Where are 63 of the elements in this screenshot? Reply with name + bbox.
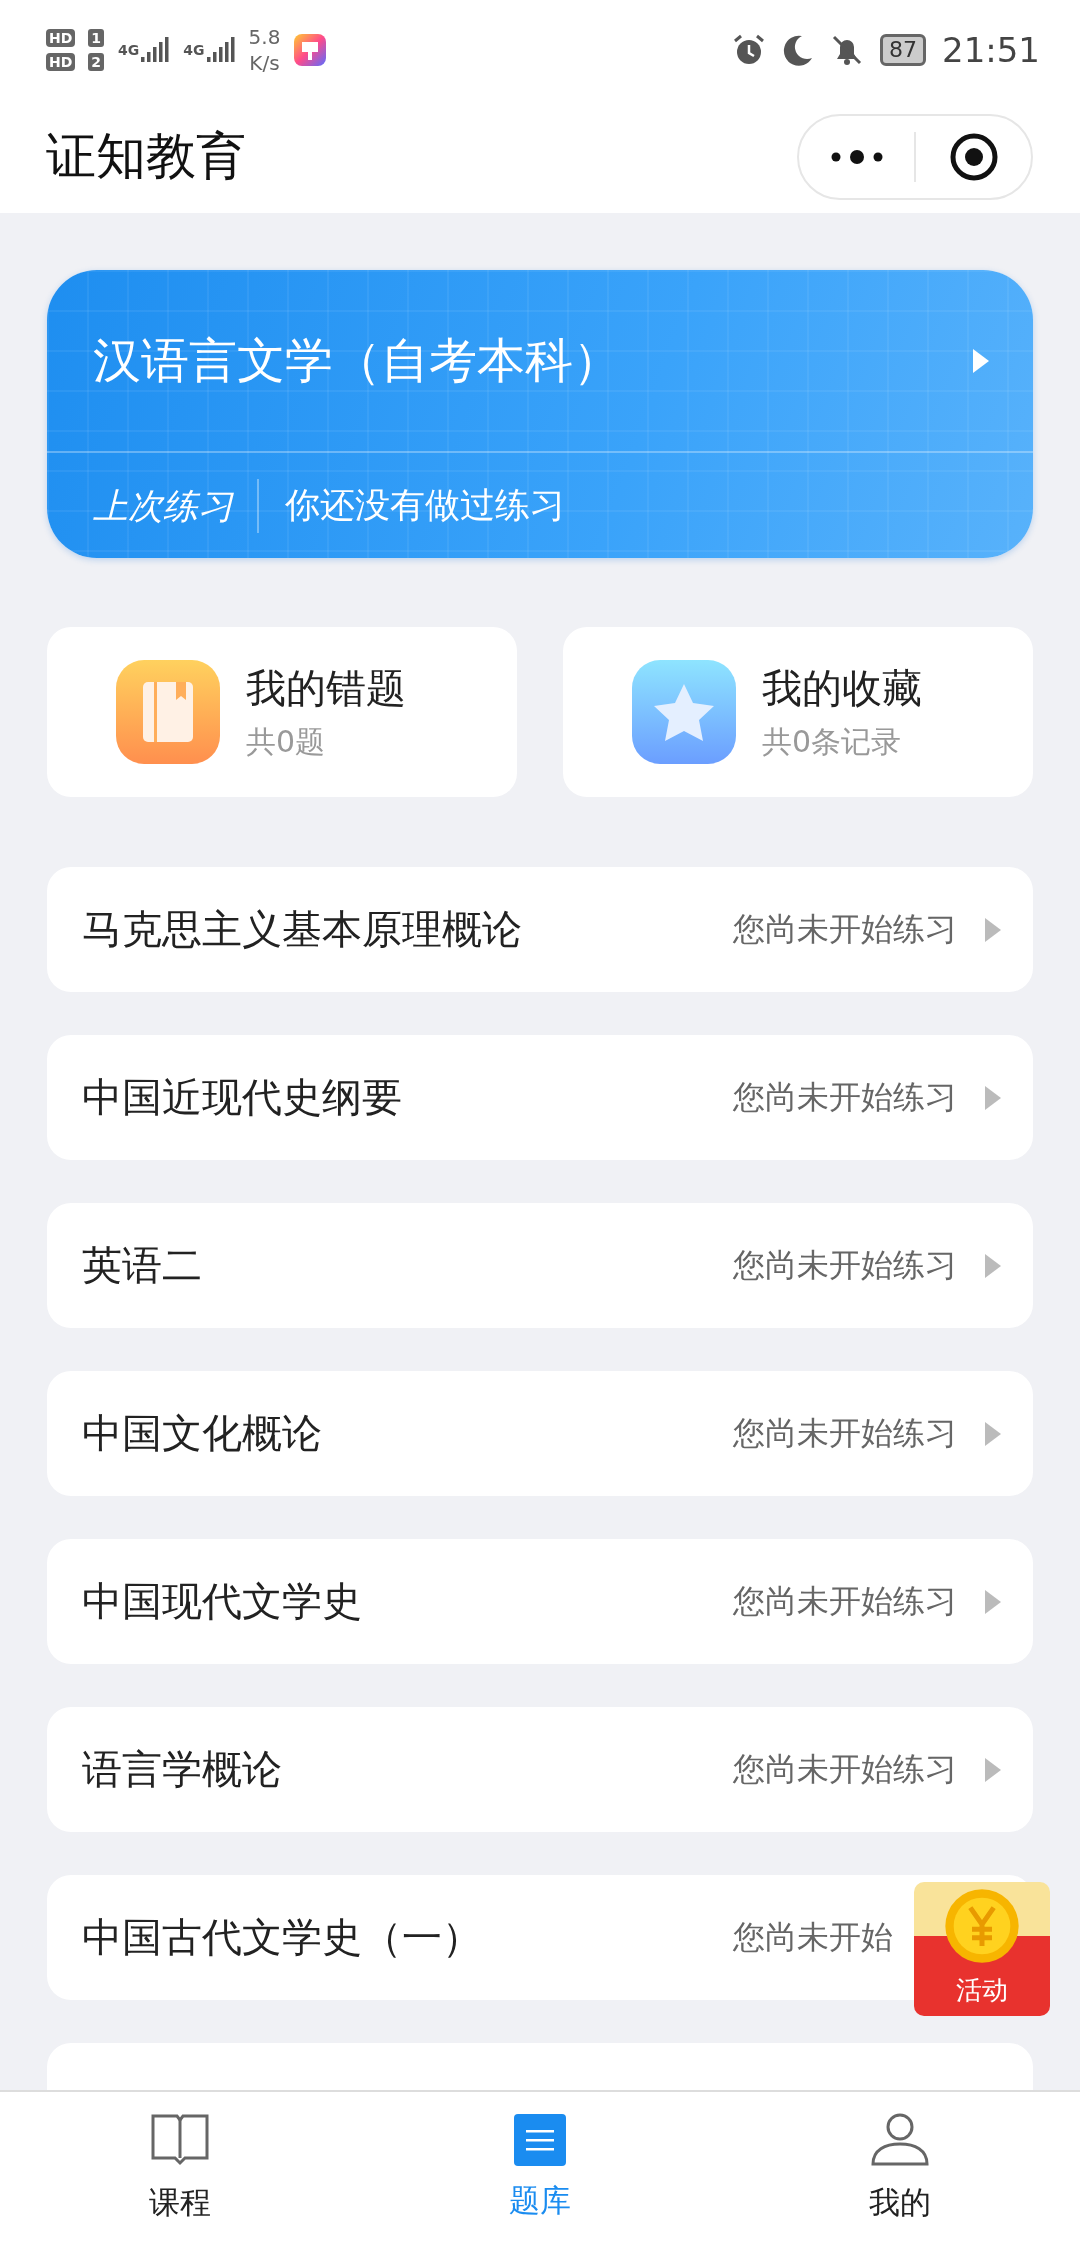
subject-name: 中国古代文学史（一） — [82, 1913, 482, 1962]
battery-level: 87 — [880, 34, 926, 66]
subject-name: 中国文化概论 — [82, 1409, 322, 1458]
app-icon — [294, 34, 327, 66]
subject-status: 您尚未开始练习 — [733, 1244, 957, 1286]
alarm-icon — [732, 33, 766, 67]
book-icon — [150, 2112, 210, 2168]
notebook-icon — [116, 660, 220, 764]
shortcut-count: 共0条记录 — [762, 723, 903, 761]
person-icon — [870, 2112, 930, 2168]
hd-label: HD — [46, 53, 76, 71]
subject-name: 中国现代文学史 — [82, 1577, 362, 1626]
more-icon — [829, 148, 884, 165]
shortcut-count: 共0题 — [246, 723, 327, 761]
bell-off-icon — [830, 33, 864, 67]
hd-label: HD — [46, 29, 76, 47]
network-label: 4G — [118, 42, 140, 58]
activity-popup[interactable]: 活动 — [914, 1882, 1050, 2016]
speed-value: 5.8 — [248, 26, 281, 48]
subject-item[interactable]: 马克思主义基本原理概论 您尚未开始练习 — [47, 867, 1033, 992]
subject-item[interactable]: 中国现代文学史 您尚未开始练习 — [47, 1539, 1033, 1664]
shortcut-card[interactable]: 我的错题 共0题 — [47, 627, 517, 797]
tab-item[interactable]: 我的 — [720, 2092, 1080, 2244]
course-title: 汉语言文学（自考本科） — [93, 330, 621, 390]
chevron-right-icon — [983, 1251, 1003, 1280]
subject-status: 您尚未开始练习 — [733, 1748, 957, 1790]
chevron-right-icon — [971, 346, 991, 375]
network-label: 4G — [183, 42, 205, 58]
shortcut-title: 我的收藏 — [762, 664, 922, 713]
subject-name: 英语二 — [82, 1241, 202, 1290]
subject-status: 您尚未开始练习 — [733, 1580, 957, 1622]
target-icon — [948, 131, 999, 182]
subject-name: 中国近现代史纲要 — [82, 1073, 402, 1122]
shortcut-title: 我的错题 — [246, 664, 406, 713]
subject-item[interactable]: 语言学概论 您尚未开始练习 — [47, 1707, 1033, 1832]
chevron-right-icon — [983, 1083, 1003, 1112]
tab-item[interactable]: 课程 — [0, 2092, 360, 2244]
subject-status: 您尚未开始 — [733, 1916, 893, 1958]
chevron-right-icon — [983, 1419, 1003, 1448]
sim-slot: 2 — [88, 53, 105, 71]
last-practice-value: 你还没有做过练习 — [284, 484, 565, 527]
subject-item[interactable]: 英语二 您尚未开始练习 — [47, 1203, 1033, 1328]
subject-item[interactable]: 中国近现代史纲要 您尚未开始练习 — [47, 1035, 1033, 1160]
signal-icon — [141, 36, 170, 64]
sim-slot: 1 — [88, 29, 105, 47]
shortcut-card[interactable]: 我的收藏 共0条记录 — [563, 627, 1033, 797]
chevron-right-icon — [983, 1587, 1003, 1616]
clock-time: 21:51 — [942, 30, 1040, 70]
subject-status: 您尚未开始练习 — [733, 1076, 957, 1118]
subject-status: 您尚未开始练习 — [733, 1412, 957, 1454]
app-title: 证知教育 — [46, 126, 246, 187]
subject-name: 语言学概论 — [82, 1745, 282, 1794]
speed-unit: K/s — [248, 52, 281, 74]
list-icon — [514, 2114, 566, 2166]
signal-icon — [206, 36, 235, 64]
subject-item[interactable]: 中国文化概论 您尚未开始练习 — [47, 1371, 1033, 1496]
subject-name: 马克思主义基本原理概论 — [82, 905, 522, 954]
chevron-right-icon — [983, 1755, 1003, 1784]
coin-icon — [942, 1886, 1022, 1966]
last-practice-label: 上次练习 — [93, 478, 259, 533]
chevron-right-icon — [983, 915, 1003, 944]
moon-icon — [782, 34, 814, 66]
subject-status: 您尚未开始练习 — [733, 908, 957, 950]
